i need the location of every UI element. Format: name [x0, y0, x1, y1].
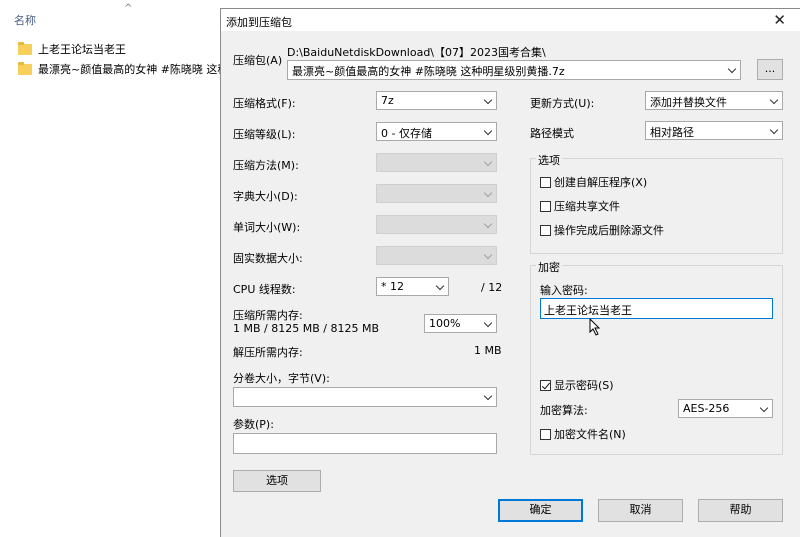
update-mode-label: 更新方式(U):	[530, 97, 595, 110]
mouse-cursor-icon	[589, 318, 601, 336]
memory-value: 1 MB / 8125 MB / 8125 MB	[233, 322, 379, 335]
show-password-checkbox[interactable]	[540, 379, 551, 391]
format-select[interactable]: 7z	[376, 91, 497, 110]
solid-size-select	[376, 246, 497, 265]
sfx-option-label: 创建自解压程序(X)	[554, 176, 648, 189]
chevron-down-icon	[483, 157, 493, 167]
method-select	[376, 153, 497, 172]
help-button[interactable]: 帮助	[698, 499, 783, 522]
path-mode-value: 相对路径	[650, 126, 694, 139]
encrypt-names-checkbox[interactable]	[540, 428, 551, 440]
dialog-title: 添加到压缩包	[226, 16, 292, 29]
word-size-select	[376, 215, 497, 234]
split-size-label: 分卷大小，字节(V):	[233, 372, 330, 385]
level-label: 压缩等级(L):	[233, 128, 296, 141]
sfx-checkbox[interactable]	[540, 176, 551, 188]
options-group-title: 选项	[536, 152, 562, 168]
delete-after-label: 操作完成后删除源文件	[554, 224, 664, 237]
shared-files-checkbox[interactable]	[540, 200, 551, 212]
chevron-down-icon	[483, 318, 493, 328]
delete-after-option[interactable]: 操作完成后删除源文件	[540, 222, 664, 238]
folder-icon	[18, 41, 32, 55]
encrypt-names-label: 加密文件名(N)	[554, 428, 626, 441]
chevron-down-icon	[727, 64, 737, 74]
archive-label: 压缩包(A)	[233, 54, 283, 67]
word-size-label: 单词大小(W):	[233, 221, 301, 234]
column-header-name[interactable]: 名称	[14, 12, 36, 28]
cancel-button[interactable]: 取消	[598, 499, 683, 522]
show-password-label: 显示密码(S)	[554, 379, 614, 392]
cpu-threads-select[interactable]: * 12	[376, 277, 449, 296]
memory-percent-value: 100%	[429, 317, 461, 330]
decompress-memory-value: 1 MB	[474, 344, 502, 357]
file-name: 上老王论坛当老王	[38, 43, 126, 56]
chevron-down-icon	[483, 95, 493, 105]
decompress-memory-label: 解压所需内存:	[233, 346, 303, 359]
chevron-down-icon	[769, 125, 779, 135]
format-value: 7z	[381, 94, 394, 107]
archive-name-combo[interactable]: 最漂亮~颜值最高的女神 #陈晓晓 这种明星级别黄播.7z	[287, 60, 741, 80]
level-select[interactable]: 0 - 仅存储	[376, 122, 497, 141]
chevron-down-icon	[483, 219, 493, 229]
encryption-method-label: 加密算法:	[540, 404, 588, 417]
chevron-down-icon	[483, 126, 493, 136]
params-label: 参数(P):	[233, 418, 274, 431]
sort-chevron-icon: ^	[124, 3, 133, 14]
file-list-item[interactable]: 上老王论坛当老王	[18, 40, 126, 58]
chevron-down-icon	[769, 95, 779, 105]
password-input[interactable]: 上老王论坛当老王	[540, 298, 773, 319]
encryption-method-value: AES-256	[683, 402, 730, 415]
format-label: 压缩格式(F):	[233, 97, 296, 110]
path-mode-label: 路径模式	[530, 127, 574, 140]
options-button[interactable]: 选项	[233, 470, 321, 492]
chevron-down-icon	[759, 403, 769, 413]
chevron-down-icon	[483, 188, 493, 198]
sfx-option[interactable]: 创建自解压程序(X)	[540, 174, 647, 190]
cpu-threads-label: CPU 线程数:	[233, 283, 296, 296]
dictionary-select	[376, 184, 497, 203]
file-name: 最漂亮~颜值最高的女神 #陈晓晓 这种	[38, 63, 229, 76]
password-value: 上老王论坛当老王	[544, 304, 632, 317]
update-mode-select[interactable]: 添加并替换文件	[645, 91, 783, 110]
title-bar: 添加到压缩包 ✕	[221, 9, 800, 31]
cpu-threads-value: * 12	[381, 280, 404, 293]
encryption-method-select[interactable]: AES-256	[678, 399, 773, 418]
memory-label: 压缩所需内存:	[233, 309, 303, 322]
checkmark-icon	[541, 380, 551, 389]
level-value: 0 - 仅存储	[381, 127, 432, 140]
close-icon[interactable]: ✕	[773, 11, 786, 29]
folder-icon	[18, 61, 32, 75]
cpu-threads-max: / 12	[481, 281, 503, 294]
chevron-down-icon	[483, 250, 493, 260]
add-to-archive-dialog: 添加到压缩包 ✕ 压缩包(A) D:\BaiduNetdiskDownload\…	[220, 8, 800, 537]
method-label: 压缩方法(M):	[233, 159, 299, 172]
show-password-option[interactable]: 显示密码(S)	[540, 377, 614, 393]
split-size-combo[interactable]	[233, 387, 497, 407]
encrypt-names-option[interactable]: 加密文件名(N)	[540, 426, 626, 442]
password-label: 输入密码:	[540, 284, 588, 297]
file-list-item[interactable]: 最漂亮~颜值最高的女神 #陈晓晓 这种	[18, 60, 228, 78]
chevron-down-icon	[483, 391, 493, 401]
solid-size-label: 固实数据大小:	[233, 252, 303, 265]
encryption-group-title: 加密	[536, 259, 562, 275]
memory-percent-select[interactable]: 100%	[424, 314, 497, 333]
archive-name-value: 最漂亮~颜值最高的女神 #陈晓晓 这种明星级别黄播.7z	[292, 65, 565, 78]
ok-button[interactable]: 确定	[498, 499, 583, 522]
delete-after-checkbox[interactable]	[540, 224, 551, 236]
browse-button[interactable]: ...	[757, 59, 783, 80]
chevron-down-icon	[435, 281, 445, 291]
dictionary-label: 字典大小(D):	[233, 190, 298, 203]
archive-directory: D:\BaiduNetdiskDownload\【07】2023国考合集\	[287, 46, 546, 59]
params-input[interactable]	[233, 433, 497, 454]
update-mode-value: 添加并替换文件	[650, 96, 727, 109]
shared-files-label: 压缩共享文件	[554, 200, 620, 213]
shared-files-option[interactable]: 压缩共享文件	[540, 198, 620, 214]
path-mode-select[interactable]: 相对路径	[645, 121, 783, 140]
